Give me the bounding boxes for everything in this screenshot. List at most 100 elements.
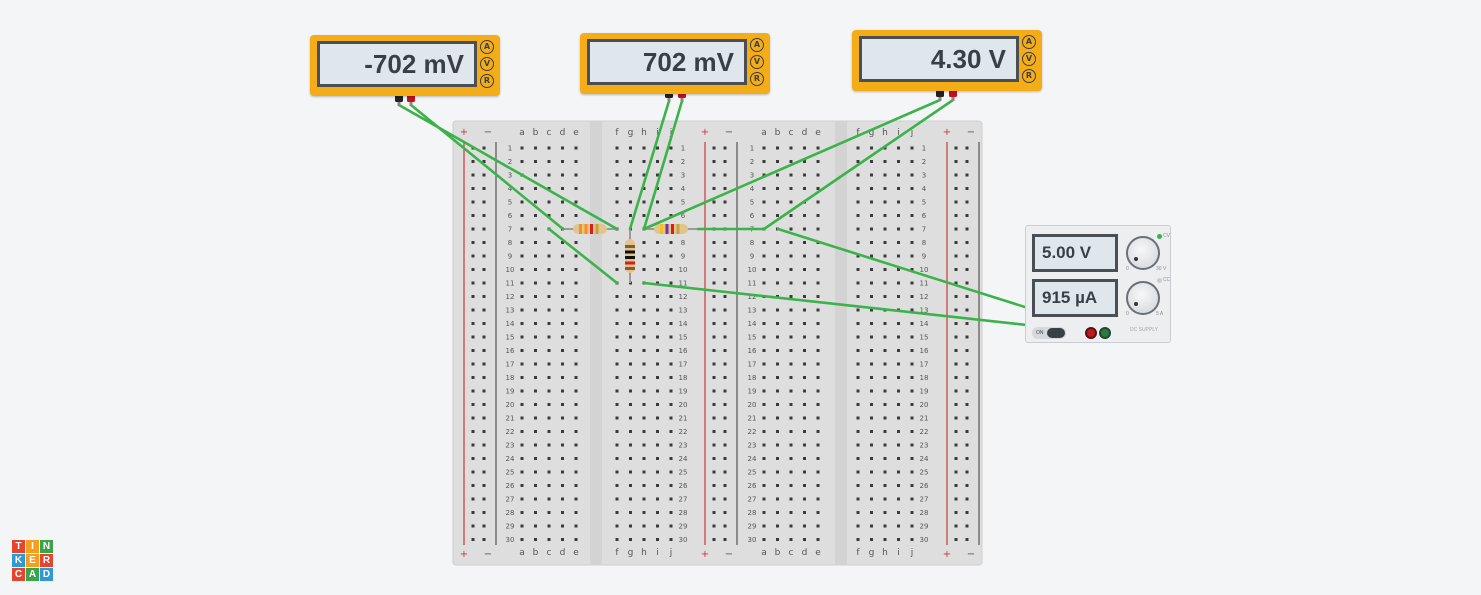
- breadboard-hole[interactable]: [669, 295, 673, 298]
- breadboard-hole[interactable]: [534, 470, 537, 474]
- breadboard-hole[interactable]: [534, 457, 537, 460]
- rail-hole[interactable]: [471, 376, 475, 379]
- breadboard-hole[interactable]: [534, 187, 537, 190]
- breadboard-hole[interactable]: [762, 214, 766, 217]
- breadboard-hole[interactable]: [776, 241, 779, 244]
- breadboard-hole[interactable]: [574, 173, 578, 177]
- breadboard-hole[interactable]: [856, 335, 860, 339]
- breadboard-hole[interactable]: [574, 146, 578, 150]
- breadboard-hole[interactable]: [656, 322, 659, 325]
- breadboard-hole[interactable]: [547, 524, 551, 528]
- breadboard-hole[interactable]: [520, 362, 524, 366]
- breadboard-hole[interactable]: [776, 254, 779, 258]
- breadboard-hole[interactable]: [669, 146, 673, 150]
- breadboard-hole[interactable]: [615, 362, 619, 366]
- breadboard-hole[interactable]: [803, 227, 806, 231]
- breadboard-hole[interactable]: [574, 430, 578, 433]
- rail-hole[interactable]: [712, 308, 716, 312]
- breadboard-hole[interactable]: [883, 200, 887, 204]
- breadboard-hole[interactable]: [883, 295, 887, 298]
- breadboard-hole[interactable]: [547, 349, 551, 352]
- breadboard-hole[interactable]: [669, 362, 673, 366]
- breadboard-hole[interactable]: [520, 524, 524, 528]
- breadboard-hole[interactable]: [856, 389, 860, 393]
- breadboard-hole[interactable]: [629, 443, 632, 447]
- breadboard-hole[interactable]: [870, 416, 873, 420]
- breadboard-hole[interactable]: [762, 349, 766, 352]
- breadboard-hole[interactable]: [656, 443, 659, 447]
- breadboard-hole[interactable]: [776, 362, 779, 366]
- breadboard-hole[interactable]: [816, 443, 820, 447]
- breadboard-hole[interactable]: [870, 470, 873, 474]
- breadboard-hole[interactable]: [547, 416, 551, 420]
- ammeter-mode-icon[interactable]: A: [1022, 35, 1036, 49]
- breadboard-hole[interactable]: [669, 538, 673, 541]
- breadboard-hole[interactable]: [883, 187, 887, 190]
- rail-hole[interactable]: [712, 403, 716, 406]
- rail-hole[interactable]: [471, 322, 475, 325]
- breadboard-hole[interactable]: [776, 214, 779, 217]
- breadboard-hole[interactable]: [520, 376, 524, 379]
- breadboard-hole[interactable]: [789, 173, 793, 177]
- rail-hole[interactable]: [712, 322, 716, 325]
- breadboard-hole[interactable]: [520, 403, 524, 406]
- breadboard-hole[interactable]: [856, 457, 860, 460]
- breadboard-hole[interactable]: [534, 268, 537, 271]
- breadboard-hole[interactable]: [629, 389, 632, 393]
- breadboard-hole[interactable]: [669, 268, 673, 271]
- breadboard-hole[interactable]: [789, 416, 793, 420]
- breadboard-hole[interactable]: [520, 200, 524, 204]
- rail-hole[interactable]: [965, 173, 969, 177]
- rail-hole[interactable]: [471, 268, 475, 271]
- breadboard-hole[interactable]: [910, 335, 914, 339]
- breadboard-hole[interactable]: [547, 308, 551, 312]
- breadboard-hole[interactable]: [816, 497, 820, 501]
- breadboard-hole[interactable]: [762, 268, 766, 271]
- breadboard-hole[interactable]: [856, 268, 860, 271]
- breadboard-hole[interactable]: [776, 416, 779, 420]
- breadboard-hole[interactable]: [870, 295, 873, 298]
- breadboard-hole[interactable]: [803, 376, 806, 379]
- rail-hole[interactable]: [723, 470, 727, 474]
- rail-hole[interactable]: [954, 322, 958, 325]
- breadboard-hole[interactable]: [561, 214, 564, 217]
- breadboard-hole[interactable]: [803, 416, 806, 420]
- rail-hole[interactable]: [471, 295, 475, 298]
- multimeter-3[interactable]: 4.30 V A V R: [852, 30, 1042, 91]
- breadboard-hole[interactable]: [574, 362, 578, 366]
- breadboard-hole[interactable]: [547, 403, 551, 406]
- rail-hole[interactable]: [965, 200, 969, 204]
- rail-hole[interactable]: [471, 200, 475, 204]
- breadboard-hole[interactable]: [803, 403, 806, 406]
- breadboard-hole[interactable]: [910, 416, 914, 420]
- breadboard-hole[interactable]: [534, 241, 537, 244]
- breadboard-hole[interactable]: [574, 322, 578, 325]
- breadboard-hole[interactable]: [656, 146, 659, 150]
- rail-hole[interactable]: [954, 187, 958, 190]
- breadboard-hole[interactable]: [656, 254, 659, 258]
- rail-hole[interactable]: [471, 470, 475, 474]
- rail-hole[interactable]: [965, 484, 969, 487]
- breadboard-hole[interactable]: [856, 376, 860, 379]
- rail-hole[interactable]: [471, 416, 475, 420]
- breadboard-hole[interactable]: [776, 389, 779, 393]
- breadboard-hole[interactable]: [870, 376, 873, 379]
- breadboard-hole[interactable]: [870, 268, 873, 271]
- breadboard-hole[interactable]: [816, 227, 820, 231]
- rail-hole[interactable]: [965, 295, 969, 298]
- breadboard-hole[interactable]: [520, 335, 524, 339]
- breadboard-hole[interactable]: [615, 389, 619, 393]
- breadboard-hole[interactable]: [615, 200, 619, 204]
- breadboard-hole[interactable]: [870, 214, 873, 217]
- breadboard-hole[interactable]: [534, 538, 537, 541]
- breadboard-hole[interactable]: [803, 497, 806, 501]
- breadboard-hole[interactable]: [870, 200, 873, 204]
- breadboard-hole[interactable]: [816, 308, 820, 312]
- rail-hole[interactable]: [482, 335, 486, 339]
- breadboard-hole[interactable]: [883, 322, 887, 325]
- breadboard-hole[interactable]: [816, 362, 820, 366]
- breadboard-hole[interactable]: [520, 281, 524, 285]
- breadboard-hole[interactable]: [520, 241, 524, 244]
- breadboard-hole[interactable]: [574, 389, 578, 393]
- breadboard-hole[interactable]: [776, 335, 779, 339]
